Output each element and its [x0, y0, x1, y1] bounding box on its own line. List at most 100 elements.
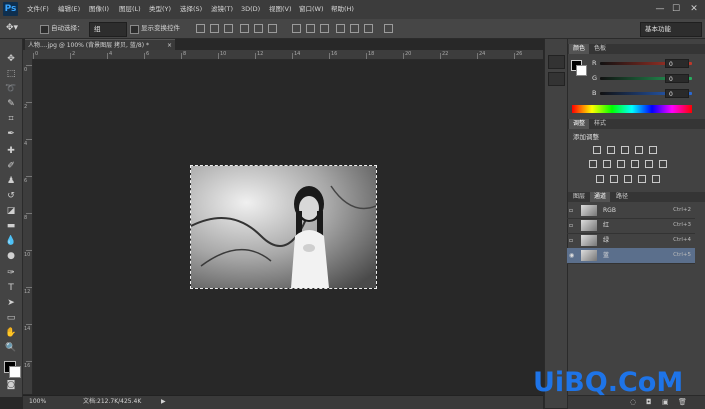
minimize-icon[interactable]: —	[654, 3, 666, 15]
marquee-tool-icon[interactable]: ⬚	[4, 68, 18, 80]
workspace-dropdown[interactable]: 基本功能	[640, 22, 702, 37]
distribute-left-icon[interactable]	[336, 24, 345, 33]
color-spectrum-bar[interactable]	[572, 105, 692, 113]
color-balance-adjust-icon[interactable]	[603, 160, 611, 168]
quick-mask-icon[interactable]: ◙	[4, 379, 18, 391]
healing-brush-tool-icon[interactable]: ✚	[4, 145, 18, 157]
type-tool-icon[interactable]: T	[4, 282, 18, 294]
posterize-adjust-icon[interactable]	[610, 175, 618, 183]
photo-filter-adjust-icon[interactable]	[631, 160, 639, 168]
move-tool-preset-icon[interactable]: ✥▾	[6, 22, 18, 35]
menu-help[interactable]: 帮助(H)	[331, 0, 354, 19]
brush-tool-icon[interactable]: ✐	[4, 160, 18, 172]
actions-panel-icon[interactable]	[548, 72, 565, 86]
distribute-hcenter-icon[interactable]	[350, 24, 359, 33]
align-right-icon[interactable]	[268, 24, 277, 33]
distribute-right-icon[interactable]	[364, 24, 373, 33]
color-background-swatch[interactable]	[576, 65, 587, 76]
align-vcenter-icon[interactable]	[210, 24, 219, 33]
quick-select-tool-icon[interactable]: ✎	[4, 98, 18, 110]
eye-icon[interactable]: ▫	[569, 237, 576, 244]
tab-adjustments[interactable]: 调整	[569, 119, 590, 129]
tab-swatches[interactable]: 色板	[590, 44, 610, 54]
eraser-tool-icon[interactable]: ◪	[4, 205, 18, 217]
auto-align-icon[interactable]	[384, 24, 393, 33]
hue-saturation-adjust-icon[interactable]	[589, 160, 597, 168]
auto-select-dropdown[interactable]: 组	[89, 22, 127, 37]
tab-color[interactable]: 颜色	[569, 44, 590, 54]
maximize-icon[interactable]: ☐	[670, 3, 682, 15]
crop-tool-icon[interactable]: ⌗	[4, 113, 18, 125]
menu-image[interactable]: 图像(I)	[89, 0, 109, 19]
vibrance-adjust-icon[interactable]	[649, 146, 657, 154]
gradient-tool-icon[interactable]: ▬	[4, 220, 18, 232]
hand-tool-icon[interactable]: ✋	[4, 327, 18, 339]
color-channel-value[interactable]: 0	[665, 89, 689, 98]
menu-filter[interactable]: 滤镜(T)	[211, 0, 233, 19]
menu-file[interactable]: 文件(F)	[27, 0, 49, 19]
path-select-tool-icon[interactable]: ➤	[4, 297, 18, 309]
channel-mixer-adjust-icon[interactable]	[645, 160, 653, 168]
distribute-vcenter-icon[interactable]	[306, 24, 315, 33]
curves-adjust-icon[interactable]	[621, 146, 629, 154]
tab-layers[interactable]: 图层	[569, 192, 589, 202]
threshold-adjust-icon[interactable]	[624, 175, 632, 183]
channel-row[interactable]: ▫ 红 Ctrl+3	[567, 218, 695, 234]
menu-window[interactable]: 窗口(W)	[299, 0, 324, 19]
eye-icon[interactable]: ◉	[569, 252, 576, 259]
menu-select[interactable]: 选择(S)	[180, 0, 202, 19]
invert-adjust-icon[interactable]	[596, 175, 604, 183]
gradient-map-adjust-icon[interactable]	[638, 175, 646, 183]
brightness-adjust-icon[interactable]	[593, 146, 601, 154]
document-image[interactable]	[190, 165, 377, 289]
align-top-icon[interactable]	[196, 24, 205, 33]
tab-paths[interactable]: 路径	[612, 192, 632, 202]
shape-tool-icon[interactable]: ▭	[4, 312, 18, 324]
eye-icon[interactable]: ▫	[569, 222, 576, 229]
color-lookup-adjust-icon[interactable]	[659, 160, 667, 168]
exposure-adjust-icon[interactable]	[635, 146, 643, 154]
load-selection-icon[interactable]: ◌	[630, 398, 636, 406]
levels-adjust-icon[interactable]	[607, 146, 615, 154]
zoom-tool-icon[interactable]: 🔍	[4, 342, 18, 354]
tab-channels[interactable]: 通道	[590, 192, 611, 202]
distribute-bottom-icon[interactable]	[320, 24, 329, 33]
color-channel-value[interactable]: 0	[665, 74, 689, 83]
color-channel-value[interactable]: 0	[665, 59, 689, 68]
black-white-adjust-icon[interactable]	[617, 160, 625, 168]
auto-select-checkbox[interactable]	[40, 25, 49, 34]
dodge-tool-icon[interactable]: ●	[4, 250, 18, 262]
stamp-tool-icon[interactable]: ♟	[4, 175, 18, 187]
background-color-swatch[interactable]	[9, 366, 21, 378]
show-transform-checkbox[interactable]	[130, 25, 139, 34]
align-bottom-icon[interactable]	[224, 24, 233, 33]
align-left-icon[interactable]	[240, 24, 249, 33]
pen-tool-icon[interactable]: ✑	[4, 267, 18, 279]
distribute-top-icon[interactable]	[292, 24, 301, 33]
new-channel-icon[interactable]: ▣	[662, 398, 669, 406]
history-brush-tool-icon[interactable]: ↺	[4, 190, 18, 202]
menu-3d[interactable]: 3D(D)	[241, 0, 260, 19]
eyedropper-tool-icon[interactable]: ✒	[4, 128, 18, 140]
channel-row[interactable]: ▫ 绿 Ctrl+4	[567, 233, 695, 249]
channel-shortcut: Ctrl+3	[673, 222, 691, 228]
menu-type[interactable]: 类型(Y)	[149, 0, 171, 19]
tab-styles[interactable]: 样式	[590, 119, 610, 129]
status-menu-arrow-icon[interactable]: ▶	[161, 396, 166, 408]
zoom-level[interactable]: 100%	[29, 396, 46, 408]
menu-view[interactable]: 视图(V)	[269, 0, 292, 19]
history-panel-icon[interactable]	[548, 55, 565, 69]
lasso-tool-icon[interactable]: ➰	[4, 83, 18, 95]
close-icon[interactable]: ✕	[688, 3, 700, 15]
align-hcenter-icon[interactable]	[254, 24, 263, 33]
menu-layer[interactable]: 图层(L)	[119, 0, 141, 19]
delete-channel-icon[interactable]: 🗑	[678, 398, 687, 406]
selective-color-adjust-icon[interactable]	[652, 175, 660, 183]
channel-row[interactable]: ▫ RGB Ctrl+2	[567, 203, 695, 219]
eye-icon[interactable]: ▫	[569, 207, 576, 214]
blur-tool-icon[interactable]: 💧	[4, 235, 18, 247]
move-tool-icon[interactable]: ✥	[4, 53, 18, 65]
menu-edit[interactable]: 编辑(E)	[58, 0, 80, 19]
save-selection-icon[interactable]: ◘	[646, 398, 652, 406]
channel-row[interactable]: ◉ 蓝 Ctrl+5	[567, 248, 695, 264]
